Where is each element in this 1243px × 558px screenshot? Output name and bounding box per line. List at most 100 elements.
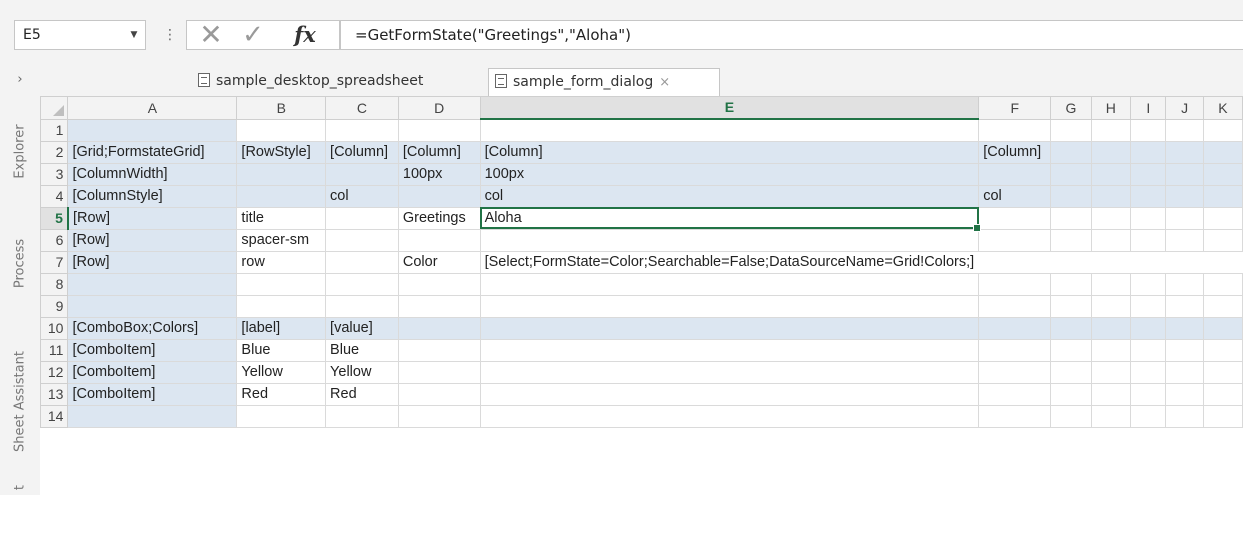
cell-e11[interactable] [479, 338, 980, 362]
cell-c6[interactable] [325, 228, 399, 252]
cell-g12[interactable] [1050, 360, 1092, 384]
cell-k8[interactable] [1202, 272, 1243, 296]
cell-i2[interactable] [1130, 140, 1167, 164]
cell-b9[interactable] [236, 294, 327, 318]
cell-e2[interactable]: [Column] [479, 140, 980, 164]
cell-b11[interactable]: Blue [236, 338, 327, 362]
cell-c4[interactable]: col [325, 184, 399, 208]
spreadsheet-grid[interactable]: ABCDEFGHIJK 1 2 [Grid;FormstateGrid] [RowSt… [40, 96, 1243, 495]
cell-a10[interactable]: [ComboBox;Colors] [67, 316, 238, 340]
side-tab-sheet-assistant[interactable]: Sheet Assistant [0, 351, 40, 452]
cell-i10[interactable] [1130, 316, 1167, 340]
cell-k6[interactable] [1202, 228, 1243, 252]
cell-d12[interactable] [397, 360, 481, 384]
formula-input[interactable]: =GetFormState("Greetings","Aloha") [340, 20, 1243, 50]
cell-g10[interactable] [1050, 316, 1092, 340]
cell-j5[interactable] [1165, 206, 1204, 230]
column-header-c[interactable]: C [325, 96, 399, 120]
tab-sample-desktop-spreadsheet[interactable]: sample_desktop_spreadsheet [192, 68, 480, 96]
insert-function-button[interactable]: fx [283, 20, 327, 50]
cell-h3[interactable] [1090, 162, 1132, 186]
row-header-9[interactable]: 9 [40, 294, 69, 318]
column-header-b[interactable]: B [236, 96, 327, 120]
row-header-6[interactable]: 6 [40, 228, 69, 252]
cell-a8[interactable] [67, 272, 238, 296]
cell-k13[interactable] [1202, 382, 1243, 406]
cell-k4[interactable] [1202, 184, 1243, 208]
cell-a11[interactable]: [ComboItem] [67, 338, 238, 362]
row-header-14[interactable]: 14 [40, 404, 69, 428]
row-header-2[interactable]: 2 [40, 140, 69, 164]
cell-c1[interactable] [325, 118, 399, 142]
close-tab-icon[interactable]: × [659, 75, 670, 90]
cell-k9[interactable] [1202, 294, 1243, 318]
row-header-8[interactable]: 8 [40, 272, 69, 296]
cell-j3[interactable] [1165, 162, 1204, 186]
cell-e5[interactable]: Aloha [479, 206, 982, 232]
cell-h12[interactable] [1090, 360, 1132, 384]
cell-j14[interactable] [1165, 404, 1204, 428]
cell-i13[interactable] [1130, 382, 1167, 406]
cell-a3[interactable]: [ColumnWidth] [67, 162, 238, 186]
cell-h9[interactable] [1090, 294, 1132, 318]
cell-a1[interactable] [67, 118, 238, 142]
cell-k14[interactable] [1202, 404, 1243, 428]
cell-b8[interactable] [236, 272, 327, 296]
cell-k3[interactable] [1202, 162, 1243, 186]
close-icon[interactable]: ✕ [194, 20, 228, 50]
column-header-g[interactable]: G [1050, 96, 1092, 120]
cell-d13[interactable] [397, 382, 481, 406]
cell-d8[interactable] [397, 272, 481, 296]
cell-g14[interactable] [1050, 404, 1092, 428]
cell-h2[interactable] [1090, 140, 1132, 164]
chevron-down-icon[interactable]: ▼ [124, 20, 144, 50]
cell-a2[interactable]: [Grid;FormstateGrid] [67, 140, 238, 164]
cell-h1[interactable] [1090, 118, 1132, 142]
more-options-icon[interactable]: ⋮ [160, 20, 180, 50]
cell-a12[interactable]: [ComboItem] [67, 360, 238, 384]
cell-i8[interactable] [1130, 272, 1167, 296]
cell-b3[interactable] [236, 162, 327, 186]
side-tab-more[interactable]: t [0, 480, 40, 495]
cell-h8[interactable] [1090, 272, 1132, 296]
cell-k11[interactable] [1202, 338, 1243, 362]
cell-a6[interactable]: [Row] [67, 228, 238, 252]
cell-f11[interactable] [978, 338, 1052, 362]
cell-g4[interactable] [1050, 184, 1092, 208]
cell-a9[interactable] [67, 294, 238, 318]
cell-h13[interactable] [1090, 382, 1132, 406]
cell-d4[interactable] [397, 184, 481, 208]
cell-h6[interactable] [1090, 228, 1132, 252]
cell-h4[interactable] [1090, 184, 1132, 208]
cell-d7[interactable]: Color [397, 250, 481, 274]
cell-g7[interactable] [1050, 250, 1092, 274]
cell-k12[interactable] [1202, 360, 1243, 384]
cell-f13[interactable] [978, 382, 1052, 406]
cell-i6[interactable] [1130, 228, 1167, 252]
side-tab-explorer[interactable]: Explorer [0, 124, 40, 178]
cell-f10[interactable] [978, 316, 1052, 340]
select-all-corner[interactable] [40, 96, 69, 120]
cell-f6[interactable] [978, 228, 1052, 252]
row-header-10[interactable]: 10 [40, 316, 69, 340]
cell-g13[interactable] [1050, 382, 1092, 406]
cell-d11[interactable] [397, 338, 481, 362]
cell-k2[interactable] [1202, 140, 1243, 164]
cell-c7[interactable] [325, 250, 399, 274]
column-header-h[interactable]: H [1090, 96, 1132, 120]
cell-c5[interactable] [325, 206, 399, 230]
cell-j1[interactable] [1165, 118, 1204, 142]
cell-f1[interactable] [978, 118, 1052, 142]
cell-f8[interactable] [978, 272, 1052, 296]
cell-j6[interactable] [1165, 228, 1204, 252]
column-header-i[interactable]: I [1130, 96, 1167, 120]
cell-e8[interactable] [479, 272, 980, 296]
cell-e10[interactable] [479, 316, 980, 340]
cell-g6[interactable] [1050, 228, 1092, 252]
cell-g1[interactable] [1050, 118, 1092, 142]
cell-d2[interactable]: [Column] [397, 140, 481, 164]
cell-f7[interactable] [978, 250, 1051, 274]
cell-c9[interactable] [325, 294, 399, 318]
column-header-f[interactable]: F [978, 96, 1052, 120]
cell-e6[interactable] [479, 228, 980, 252]
